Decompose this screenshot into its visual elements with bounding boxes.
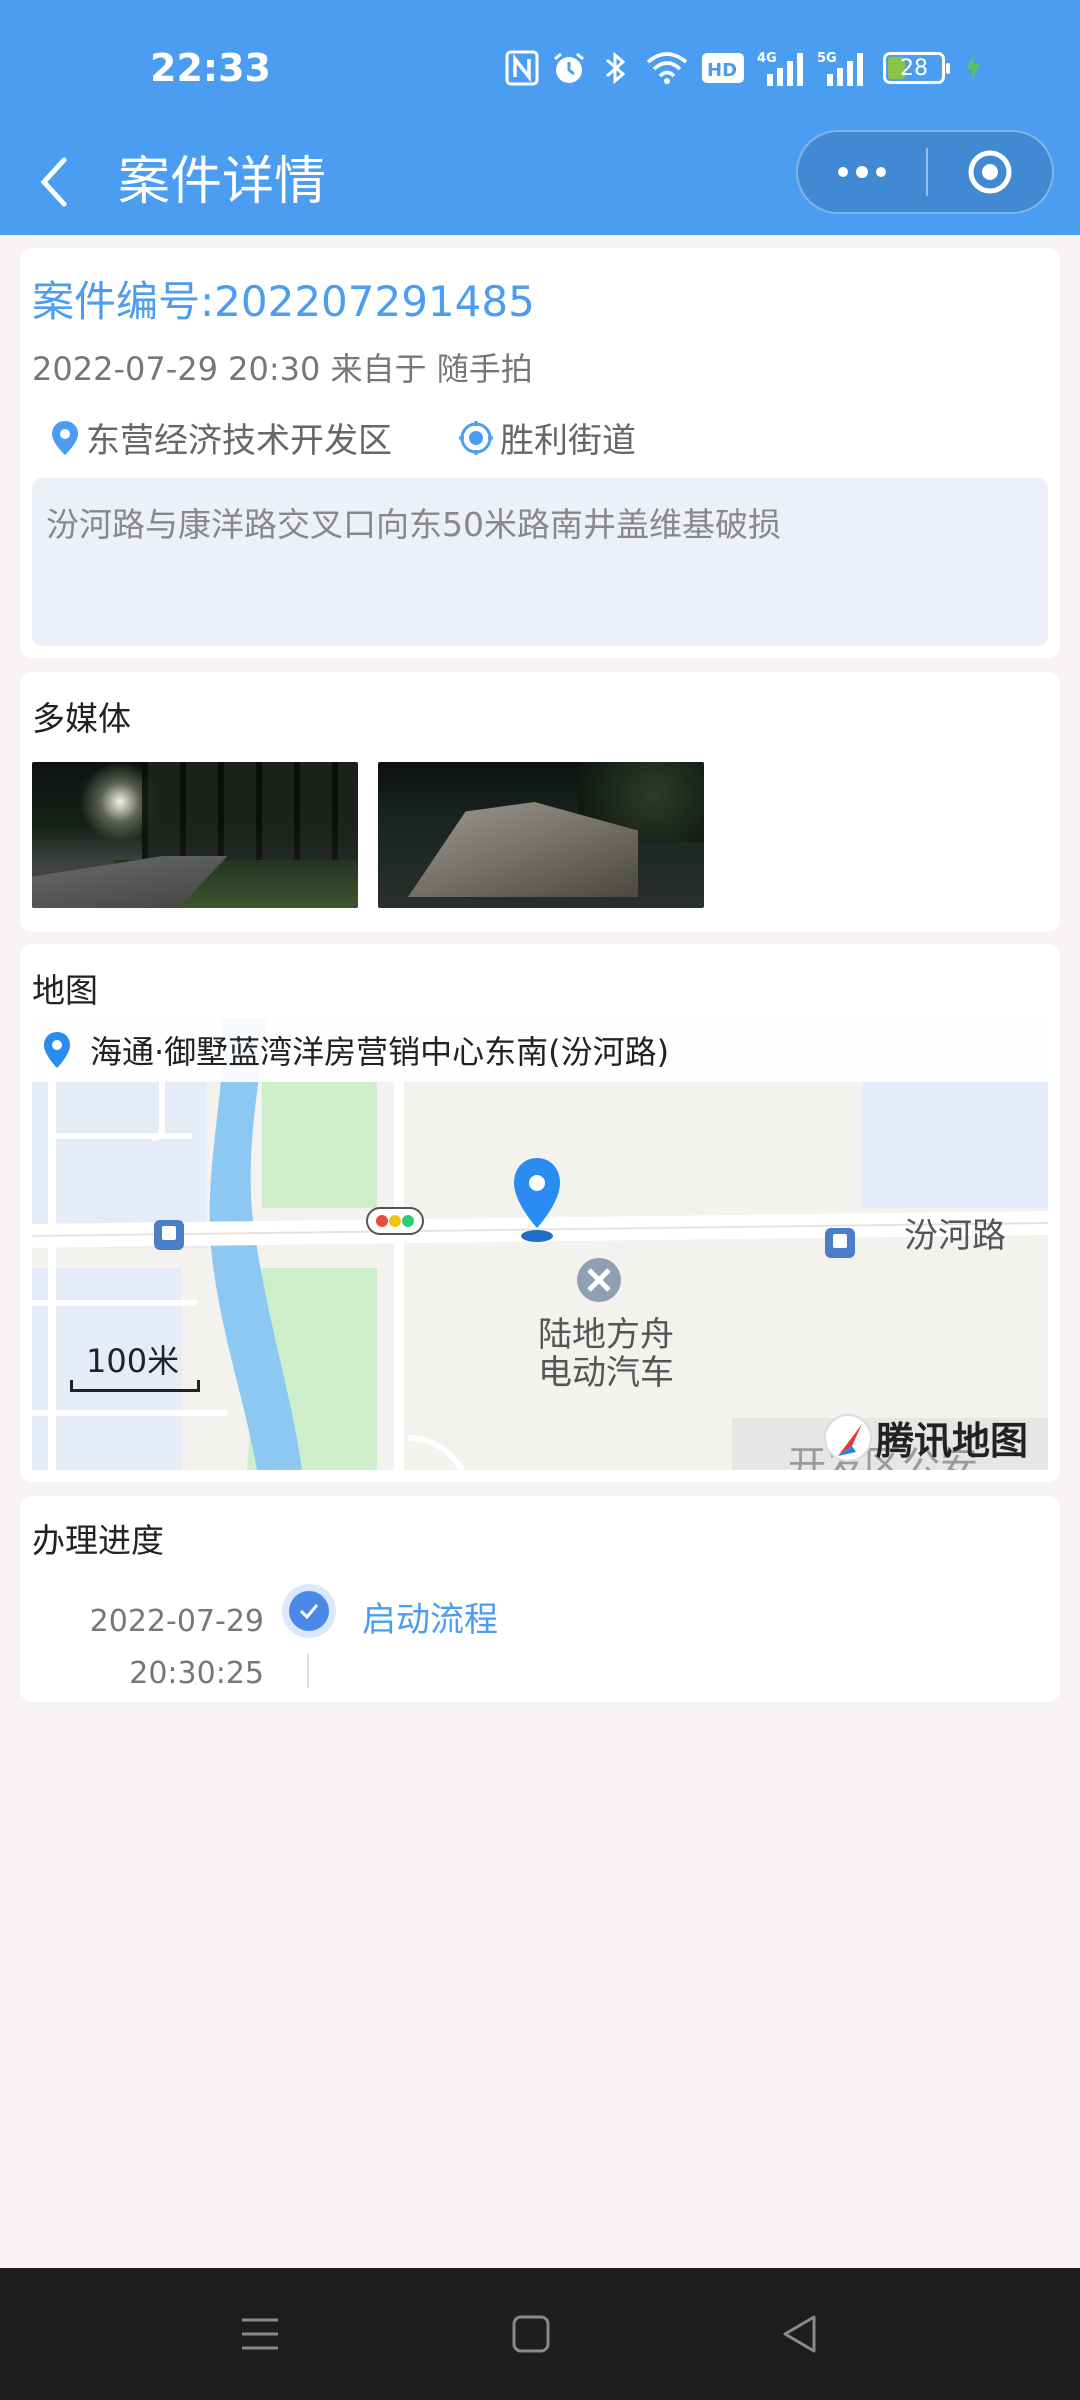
district-item: 东营经济技术开发区 — [50, 413, 392, 462]
alarm-icon — [551, 48, 587, 88]
nfc-icon — [505, 48, 539, 88]
svg-text:HD: HD — [707, 60, 737, 81]
bluetooth-icon — [599, 48, 633, 88]
more-dot — [856, 166, 868, 178]
svg-text:5G: 5G — [817, 51, 837, 66]
street-item: 胜利街道 — [458, 413, 636, 462]
hd-icon: HD — [701, 48, 745, 88]
system-back-button[interactable] — [740, 2268, 860, 2400]
wifi-icon — [645, 48, 689, 88]
progress-timestamp: 2022-07-29 20:30:25 — [84, 1596, 264, 1700]
menu-icon — [242, 2318, 278, 2350]
signal-5g-icon: 5G — [817, 48, 865, 88]
back-triangle-icon — [783, 2315, 816, 2353]
status-icons: HD 4G 5G 28 — [505, 46, 983, 90]
svg-text:4G: 4G — [757, 51, 777, 66]
map-logo-text: 腾讯地图 — [876, 1419, 1029, 1463]
media-card: 多媒体 — [20, 672, 1060, 932]
status-bar: 22:33 HD 4G 5G 28 — [0, 0, 1080, 135]
map-scale-label: 100米 — [86, 1342, 180, 1380]
system-navigation-bar — [0, 2268, 1080, 2400]
location-row: 东营经济技术开发区 胜利街道 — [50, 413, 702, 462]
tencent-map-logo: 腾讯地图 — [824, 1410, 1028, 1465]
progress-timeline-line — [307, 1654, 309, 1688]
map-address-bar: 海通·御墅蓝湾洋房营销中心东南(汾河路) — [32, 1018, 1048, 1082]
progress-check — [282, 1584, 336, 1638]
map-pin-icon — [44, 1032, 70, 1068]
home-button[interactable] — [471, 2268, 591, 2400]
map-section-title: 地图 — [32, 971, 98, 1010]
signal-4g-icon: 4G — [757, 48, 805, 88]
case-info-card: 案件编号:202207291485 2022-07-29 20:30 来自于 随… — [20, 248, 1060, 658]
media-section-title: 多媒体 — [32, 699, 131, 738]
map-scale-bar — [70, 1380, 200, 1392]
progress-card: 办理进度 2022-07-29 20:30:25 启动流程 — [20, 1496, 1060, 1702]
status-time: 22:33 — [150, 46, 271, 90]
miniprogram-capsule — [796, 130, 1054, 214]
charging-icon — [963, 48, 983, 88]
menu-button[interactable] — [200, 2268, 320, 2400]
map-address: 海通·御墅蓝湾洋房营销中心东南(汾河路) — [90, 1033, 670, 1071]
check-icon — [299, 1604, 319, 1620]
more-dots-icon — [838, 167, 848, 177]
case-description: 汾河路与康洋路交叉口向东50米路南井盖维基破损 — [32, 478, 1048, 646]
map-tiles — [32, 1018, 1048, 1470]
case-meta: 2022-07-29 20:30 来自于 随手拍 — [32, 350, 533, 388]
media-photo-1[interactable] — [32, 762, 358, 908]
street-label: 胜利街道 — [500, 421, 636, 461]
more-dot — [876, 167, 886, 177]
page-title: 案件详情 — [118, 152, 327, 212]
case-number: 案件编号:202207291485 — [32, 277, 535, 326]
battery-level: 28 — [900, 55, 928, 81]
poi-label-line1: 陆地方舟 — [538, 1315, 674, 1355]
more-button[interactable] — [798, 132, 926, 212]
locate-icon — [459, 420, 493, 455]
map-pin-icon — [52, 420, 78, 455]
compass-icon — [824, 1413, 872, 1462]
district-label: 东营经济技术开发区 — [86, 421, 392, 461]
home-square-icon — [512, 2315, 550, 2353]
target-close-icon — [968, 150, 1012, 194]
progress-time: 20:30:25 — [129, 1656, 264, 1691]
media-photo-2[interactable] — [378, 762, 704, 908]
map-view[interactable]: 海通·御墅蓝湾洋房营销中心东南(汾河路) 汾河路 陆地方舟 电动汽车 100米 … — [32, 1018, 1048, 1470]
map-poi-label: 陆地方舟 电动汽车 — [526, 1316, 686, 1392]
media-thumbnails — [32, 762, 704, 908]
app-header: 22:33 HD 4G 5G 28 案件详情 — [0, 0, 1080, 235]
map-street-label: 汾河路 — [904, 1216, 1006, 1256]
progress-date: 2022-07-29 — [89, 1604, 264, 1639]
chevron-left-icon — [40, 157, 67, 207]
close-miniprogram-button[interactable] — [928, 132, 1052, 212]
poi-label-line2: 电动汽车 — [538, 1353, 674, 1393]
map-card: 地图 海通·御墅蓝湾洋房营销中心东南(汾河路) 汾河路 陆地方舟 电动汽车 10… — [20, 944, 1060, 1482]
battery-icon: 28 — [883, 48, 950, 88]
progress-step-label: 启动流程 — [362, 1600, 498, 1640]
back-button[interactable] — [36, 142, 96, 222]
nav-bar: 案件详情 — [0, 130, 1080, 235]
progress-section-title: 办理进度 — [32, 1521, 164, 1560]
